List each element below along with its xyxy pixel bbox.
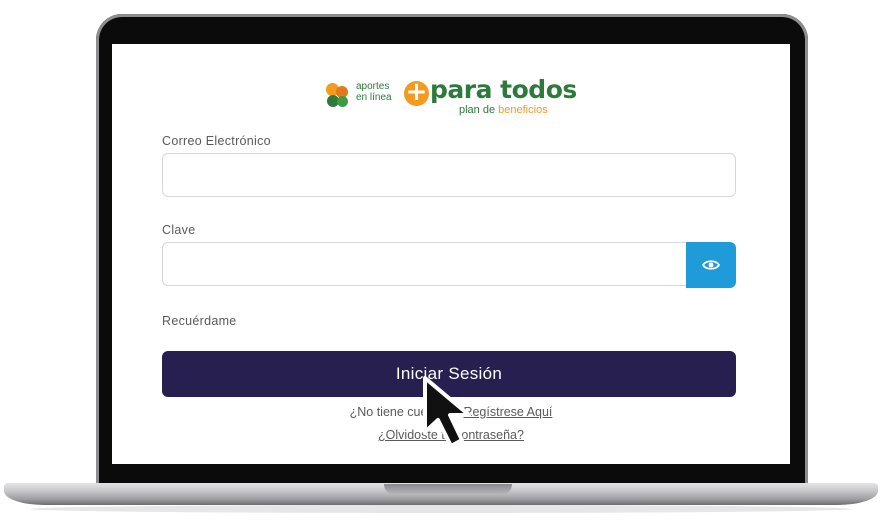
mouse-pointer-icon <box>423 376 471 448</box>
logo-sub-highlight: beneficios <box>498 104 548 116</box>
plus-icon: + <box>404 77 429 107</box>
logo-brand: para todos <box>430 75 577 104</box>
laptop-shadow <box>30 505 852 513</box>
logo-sub-prefix: plan de <box>459 104 496 116</box>
logo-subtitle: plan de beneficios <box>459 104 548 116</box>
show-password-button[interactable] <box>686 242 736 288</box>
email-field[interactable] <box>162 153 736 197</box>
laptop-base-notch <box>384 484 512 495</box>
login-screen: aportes en línea + para todos plan de be… <box>112 44 790 464</box>
email-label: Correo Electrónico <box>162 134 271 148</box>
eye-icon <box>702 260 720 270</box>
remember-me-label[interactable]: Recuérdame <box>162 314 237 328</box>
register-prefix: ¿No tiene cue <box>349 405 428 419</box>
password-label: Clave <box>162 223 196 237</box>
logo-line1: aportes <box>356 81 390 92</box>
brand-logo: aportes en línea + para todos plan de be… <box>326 75 586 117</box>
password-field[interactable] <box>162 242 687 286</box>
logo-line2: en línea <box>356 92 392 103</box>
logo-small-text: aportes en línea <box>356 81 392 103</box>
logo-blobs-icon <box>326 83 352 109</box>
